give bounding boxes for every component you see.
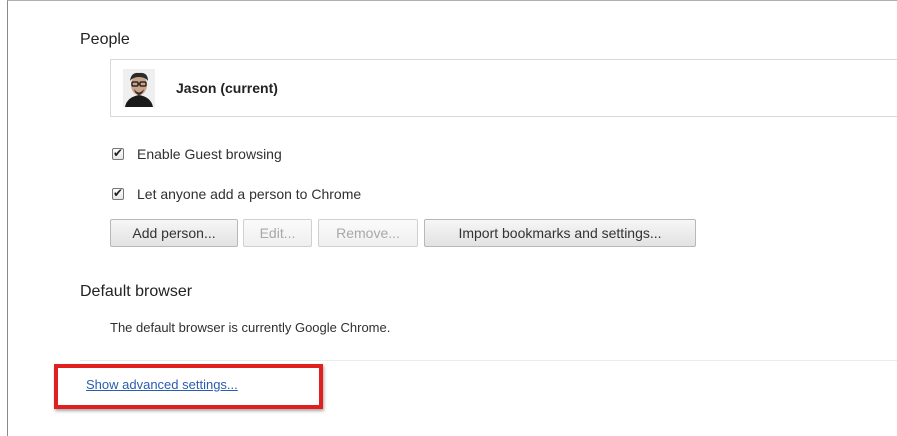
add-person-button[interactable]: Add person...: [110, 219, 238, 247]
profile-list: Jason (current): [110, 59, 897, 117]
edit-person-button[interactable]: Edit...: [243, 219, 312, 247]
section-divider: [80, 360, 897, 361]
checkbox-checked-icon[interactable]: ✔: [112, 186, 124, 200]
checkbox-checked-icon[interactable]: ✔: [112, 146, 124, 160]
default-browser-section-title: Default browser: [80, 283, 193, 300]
user-avatar-icon: [123, 69, 155, 107]
enable-guest-browsing-label: Enable Guest browsing: [137, 146, 282, 162]
people-section-title: People: [80, 31, 130, 48]
default-browser-status: The default browser is currently Google …: [110, 320, 391, 335]
remove-person-button[interactable]: Remove...: [318, 219, 418, 247]
highlight-annotation-box: [54, 364, 323, 409]
profile-name[interactable]: Jason (current): [176, 80, 278, 96]
let-anyone-add-person-option[interactable]: ✔ Let anyone add a person to Chrome: [112, 185, 361, 203]
let-anyone-add-person-label: Let anyone add a person to Chrome: [137, 186, 362, 202]
enable-guest-browsing-option[interactable]: ✔ Enable Guest browsing: [112, 145, 282, 163]
import-bookmarks-button[interactable]: Import bookmarks and settings...: [424, 219, 696, 247]
